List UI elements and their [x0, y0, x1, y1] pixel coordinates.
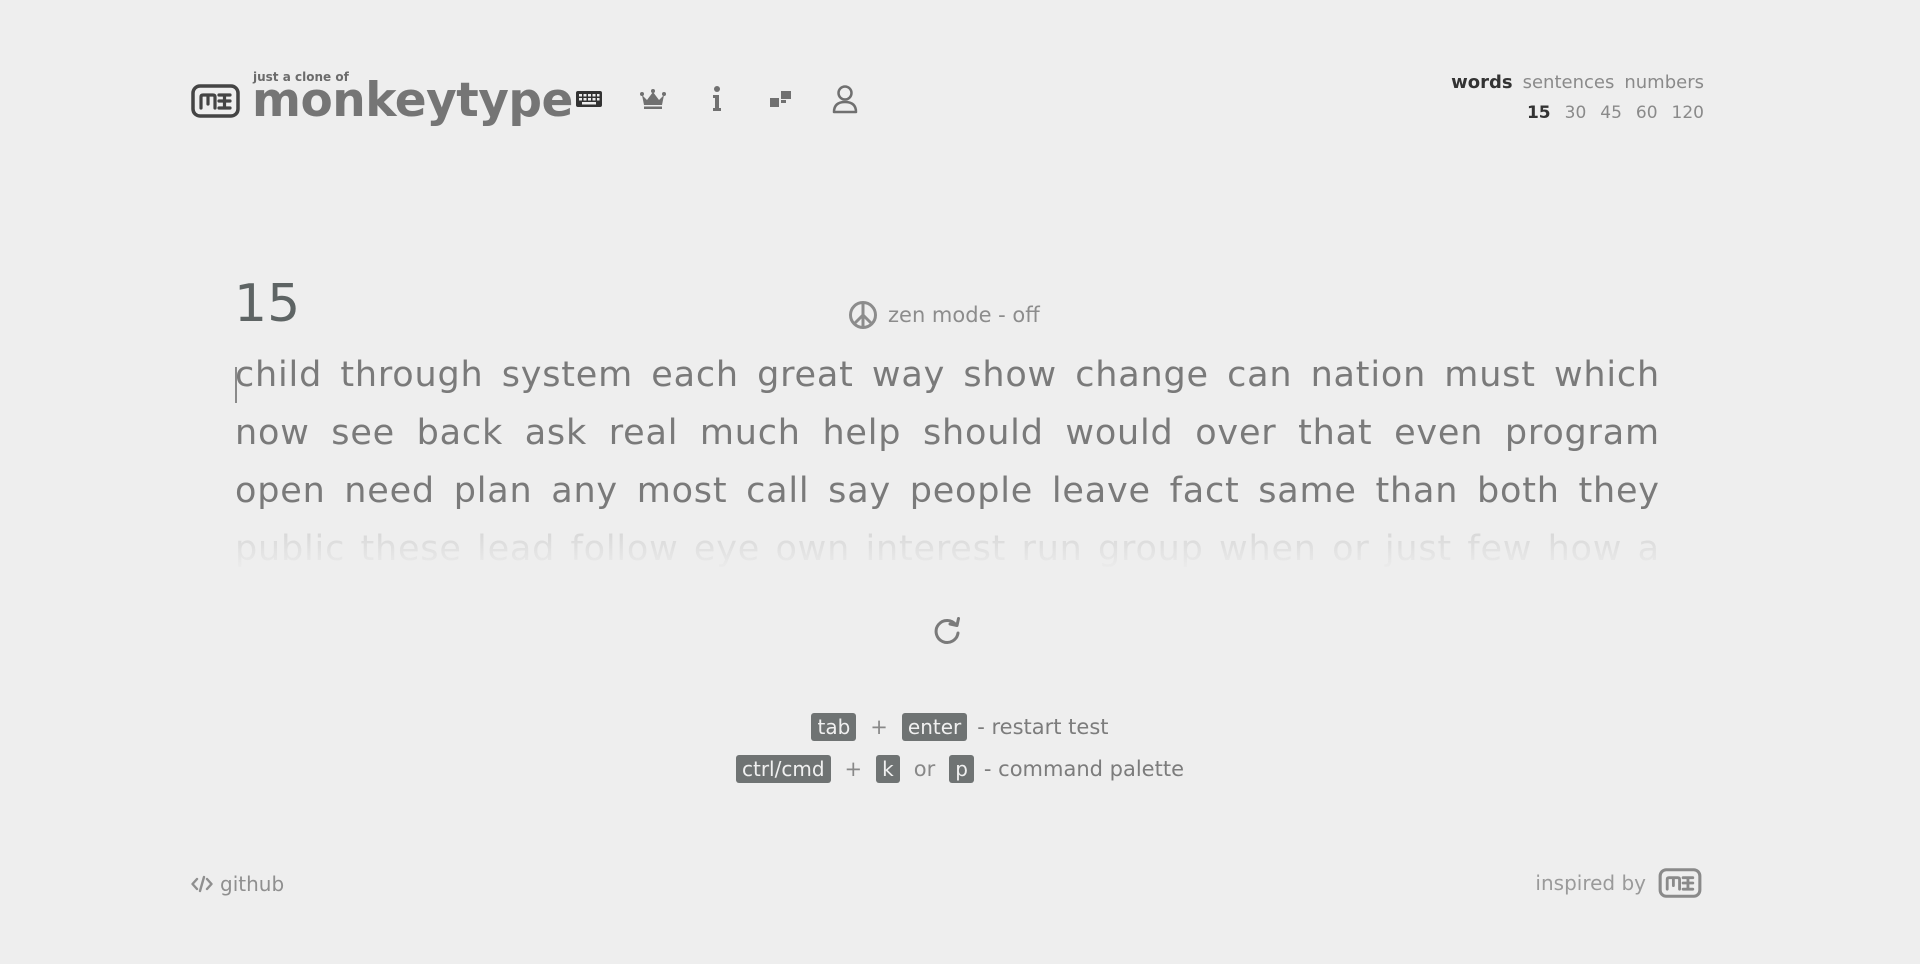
- keyboard-icon: [576, 91, 602, 107]
- word: any: [551, 471, 618, 511]
- info-icon: [713, 86, 721, 111]
- word: way: [871, 355, 946, 395]
- inspired-by-label: inspired by: [1535, 871, 1646, 895]
- word: can: [1227, 355, 1293, 395]
- word: great: [757, 355, 854, 395]
- word: plan: [453, 471, 533, 511]
- word: change: [1075, 355, 1209, 395]
- logo-subtitle: just a clone of: [253, 70, 349, 84]
- nav-about-button[interactable]: [703, 82, 731, 116]
- hint-or: or: [913, 757, 936, 781]
- word-count-30[interactable]: 30: [1565, 103, 1587, 123]
- word: same: [1258, 471, 1357, 511]
- word-count-15[interactable]: 15: [1527, 103, 1551, 123]
- word: nation: [1310, 355, 1427, 395]
- nav-leaderboard-button[interactable]: [639, 82, 667, 116]
- command-palette-hint: ctrl/cmd + k or p - command palette: [0, 754, 1920, 784]
- word-count-row: 15 30 45 60 120: [1451, 103, 1704, 123]
- word-count-120[interactable]: 120: [1672, 103, 1704, 123]
- words-display[interactable]: child through system each great way show change…: [235, 355, 1660, 570]
- word: fact: [1169, 471, 1240, 511]
- word: back: [416, 413, 504, 453]
- github-link[interactable]: github: [191, 872, 284, 896]
- restart-hint-label: - restart test: [977, 715, 1109, 739]
- app-logo[interactable]: just a clone of monkeytype: [191, 70, 573, 125]
- word-count-45[interactable]: 45: [1600, 103, 1622, 123]
- kbd-k: k: [876, 755, 900, 783]
- command-palette-hint-label: - command palette: [983, 757, 1184, 781]
- restart-icon: [934, 617, 960, 644]
- mode-type-sentences[interactable]: sentences: [1523, 72, 1615, 93]
- nav-settings-button[interactable]: [767, 82, 795, 116]
- word: even: [1394, 413, 1484, 453]
- word: than: [1375, 471, 1459, 511]
- words-fade-overlay: [235, 527, 1660, 570]
- word: should: [922, 413, 1044, 453]
- zen-mode-toggle[interactable]: zen mode - off: [848, 300, 1040, 330]
- word: both: [1476, 471, 1560, 511]
- crown-icon: [640, 89, 666, 109]
- word: leave: [1051, 471, 1151, 511]
- mode-type-numbers[interactable]: numbers: [1624, 72, 1704, 93]
- monkeytype-logo-icon: [191, 84, 240, 118]
- kbd-tab: tab: [811, 713, 857, 741]
- kbd-ctrl-cmd: ctrl/cmd: [735, 755, 831, 783]
- word: see: [331, 413, 395, 453]
- code-icon: [191, 875, 213, 893]
- word: which: [1553, 355, 1660, 395]
- word: child: [235, 355, 323, 395]
- word: system: [501, 355, 634, 395]
- mode-type-words[interactable]: words: [1451, 72, 1512, 93]
- word: would: [1065, 413, 1174, 453]
- zen-mode-label: zen mode - off: [888, 303, 1040, 327]
- word: over: [1195, 413, 1277, 453]
- nav-typing-test-button[interactable]: [575, 82, 603, 116]
- nav-account-button[interactable]: [831, 82, 859, 116]
- mode-type-row: words sentences numbers: [1451, 72, 1704, 93]
- word: call: [746, 471, 810, 511]
- word: need: [344, 471, 435, 511]
- user-icon: [832, 85, 858, 114]
- word: through: [340, 355, 484, 395]
- word-count-60[interactable]: 60: [1636, 103, 1658, 123]
- peace-icon: [849, 301, 877, 329]
- word: say: [828, 471, 891, 511]
- word: most: [636, 471, 728, 511]
- word: that: [1298, 413, 1373, 453]
- hint-plus: +: [870, 715, 888, 739]
- github-label: github: [220, 872, 285, 896]
- word: open: [235, 471, 326, 511]
- words-line: open need plan any most call say people leave fac…: [235, 471, 1660, 529]
- word: people: [909, 471, 1034, 511]
- restart-button[interactable]: [932, 616, 962, 646]
- word: show: [963, 355, 1057, 395]
- mode-selector: words sentences numbers 15 30 45 60 120: [1451, 72, 1704, 123]
- word: ask: [524, 413, 588, 453]
- word: program: [1504, 413, 1660, 453]
- words-line: now see back ask real much help should would over…: [235, 413, 1660, 471]
- inspired-by: inspired by: [1535, 868, 1704, 898]
- top-nav: [575, 82, 859, 116]
- hint-plus: +: [844, 757, 863, 781]
- words-remaining-counter: 15: [234, 274, 301, 334]
- shortcut-hints: tab + enter - restart test ctrl/cmd + k …: [0, 712, 1920, 784]
- blocks-icon: [770, 91, 791, 107]
- word: must: [1444, 355, 1536, 395]
- word: help: [822, 413, 902, 453]
- monkeytype-logo-icon[interactable]: [1656, 868, 1704, 898]
- typing-caret: [235, 367, 237, 403]
- words-line: child through system each great way show change…: [235, 355, 1660, 413]
- word: they: [1578, 471, 1660, 511]
- word: real: [608, 413, 679, 453]
- word: each: [651, 355, 739, 395]
- word: much: [699, 413, 801, 453]
- kbd-enter: enter: [901, 713, 968, 741]
- kbd-p: p: [949, 755, 974, 783]
- restart-hint: tab + enter - restart test: [0, 712, 1920, 742]
- word: now: [235, 413, 310, 453]
